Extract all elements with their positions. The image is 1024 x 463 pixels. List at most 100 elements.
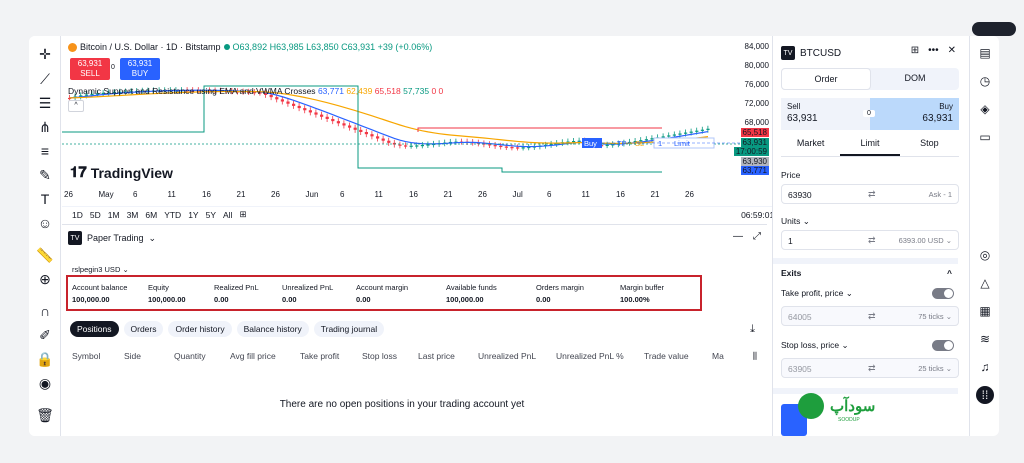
order-sl-label[interactable]: SL — [635, 139, 644, 148]
tab-positions[interactable]: Positions — [70, 321, 119, 337]
swap-icon[interactable]: ⇄ — [868, 235, 876, 246]
price-axis[interactable]: 84,000 80,000 76,000 72,000 68,000 65,518 63,9… — [728, 36, 773, 196]
apps-grid-icon[interactable]: ⁞⁞ — [976, 386, 994, 404]
calendar-icon[interactable]: ▦ — [976, 302, 994, 320]
tab-stop[interactable]: Stop — [900, 138, 959, 156]
target-icon[interactable]: ◎ — [976, 246, 994, 264]
tab-order[interactable]: Order — [781, 68, 871, 90]
time-tick: 16 — [616, 190, 625, 199]
trash-icon[interactable]: 🗑 — [35, 405, 55, 425]
range-5d[interactable]: 5D — [90, 210, 101, 220]
chart-sell-button[interactable]: 63,931 SELL — [70, 58, 110, 80]
minimize-icon[interactable]: — — [733, 231, 743, 242]
alerts-clock-icon[interactable]: ◷ — [976, 72, 994, 90]
chat-icon[interactable]: ▭ — [976, 128, 994, 146]
layers-icon[interactable]: ◈ — [976, 100, 994, 118]
tab-order-history[interactable]: Order history — [168, 321, 232, 337]
tp-toggle[interactable] — [932, 288, 954, 299]
magnet-icon[interactable]: ∩ — [35, 301, 55, 321]
collapse-legend-button[interactable]: ^ — [68, 100, 84, 112]
candle — [415, 145, 419, 147]
range-1d[interactable]: 1D — [72, 210, 83, 220]
goto-date-icon[interactable]: ⊞ — [239, 209, 246, 220]
exits-header[interactable]: Exits ^ — [781, 268, 956, 278]
take-profit-row: Take profit, price ⌄ — [781, 288, 956, 299]
more-icon[interactable]: ••• — [928, 45, 939, 56]
range-1y[interactable]: 1Y — [188, 210, 198, 220]
column-header[interactable]: Unrealized PnL — [478, 351, 536, 361]
broker-selector[interactable]: TV Paper Trading ⌄ — [68, 231, 156, 245]
watchlist-icon[interactable]: ▤ — [976, 44, 994, 62]
range-5y[interactable]: 5Y — [206, 210, 216, 220]
emoji-icon[interactable]: ☺ — [35, 213, 55, 233]
tab-balance-history[interactable]: Balance history — [236, 321, 309, 337]
tab-trading-journal[interactable]: Trading journal — [313, 321, 385, 337]
symbol-title[interactable]: Bitcoin / U.S. Dollar · 1D · Bitstamp — [80, 42, 221, 52]
column-header[interactable]: Take profit — [300, 351, 339, 361]
column-header[interactable]: Stop loss — [362, 351, 397, 361]
order-buy-label[interactable]: Buy — [584, 139, 597, 148]
tab-orders[interactable]: Orders — [123, 321, 164, 337]
tab-dom[interactable]: DOM — [871, 68, 959, 90]
column-header[interactable]: Side — [124, 351, 141, 361]
column-header[interactable]: Avg fill price — [230, 351, 276, 361]
maximize-icon[interactable]: ⤢ — [753, 231, 761, 242]
swap-icon[interactable]: ⇄ — [868, 189, 876, 200]
time-tick: 6 — [547, 190, 552, 199]
units-label[interactable]: Units ⌄ — [781, 216, 810, 227]
range-3m[interactable]: 3M — [127, 210, 139, 220]
sell-price: 63,931 — [77, 59, 103, 68]
notifications-icon[interactable]: ♫ — [976, 358, 994, 376]
brush-icon[interactable]: ✎ — [35, 165, 55, 185]
close-icon[interactable]: ✕ — [948, 45, 956, 56]
pitchfork-icon[interactable]: ⋔ — [35, 117, 55, 137]
horizontal-lines-icon[interactable]: ☰ — [35, 93, 55, 113]
sl-toggle[interactable] — [932, 340, 954, 351]
fib-icon[interactable]: ≡ — [35, 141, 55, 161]
chart-buy-button[interactable]: 63,931 BUY — [120, 58, 160, 80]
range-6m[interactable]: 6M — [145, 210, 157, 220]
range-1m[interactable]: 1M — [108, 210, 120, 220]
trendline-icon[interactable]: ⟋ — [35, 69, 55, 89]
stream-icon[interactable]: ≋ — [976, 330, 994, 348]
pencil-lock-icon[interactable]: ✐ — [35, 325, 55, 345]
eye-icon[interactable]: ◉ — [35, 373, 55, 393]
download-icon[interactable]: ⤓ — [750, 323, 755, 336]
order-type[interactable]: Limit — [674, 139, 691, 148]
text-icon[interactable]: T — [35, 189, 55, 209]
units-input[interactable]: 1 ⇄ 6393.00 USD ⌄ — [781, 230, 959, 250]
order-qty[interactable]: 1 — [658, 139, 662, 148]
crosshair-icon[interactable]: ✛ — [35, 44, 55, 64]
tp-label[interactable]: Take profit, price — [781, 288, 843, 298]
tab-market[interactable]: Market — [781, 138, 840, 156]
swap-icon[interactable]: ⇄ — [868, 311, 876, 322]
sell-side-button[interactable]: Sell 63,931 — [781, 98, 870, 130]
price-input[interactable]: 63930 ⇄ Ask - 1 — [781, 184, 959, 204]
account-selector[interactable]: rslpegin3 USD ⌄ — [72, 265, 129, 274]
time-axis[interactable]: 26 May 6 11 16 21 26 Jun 6 11 16 21 26 Jul 6 11 16 21 26 — [62, 190, 722, 204]
column-header[interactable]: Quantity — [174, 351, 206, 361]
columns-settings-icon[interactable]: ⫼ — [753, 351, 757, 362]
range-ytd[interactable]: YTD — [164, 210, 181, 220]
column-header[interactable]: Symbol — [72, 351, 100, 361]
range-all[interactable]: All — [223, 210, 232, 220]
order-symbol[interactable]: BTCUSD — [800, 48, 841, 59]
column-header[interactable]: Ma — [712, 351, 724, 361]
buy-side-button[interactable]: Buy 63,931 — [870, 98, 959, 130]
tab-limit[interactable]: Limit — [840, 138, 900, 156]
sl-label[interactable]: Stop loss, price — [781, 340, 839, 350]
ideas-icon[interactable]: △ — [976, 274, 994, 292]
indicator-legend[interactable]: Dynamic Support and Resistance using EMA… — [68, 86, 443, 96]
column-header[interactable]: Last price — [418, 351, 455, 361]
ruler-icon[interactable]: 📏 — [35, 245, 55, 265]
tp-input[interactable]: 64005 ⇄ 75 ticks ⌄ — [781, 306, 959, 326]
column-header[interactable]: Trade value — [644, 351, 689, 361]
zoom-icon[interactable]: ⊕ — [35, 269, 55, 289]
swap-icon[interactable]: ⇄ — [868, 363, 876, 374]
order-tp-label[interactable]: TP — [617, 139, 627, 148]
layout-icon[interactable]: ⊞ — [911, 45, 919, 56]
price-chart[interactable]: Buy TP SL 1 Limit Bitcoin / U.S. Dollar · 1D… — [62, 36, 762, 221]
lock-icon[interactable]: 🔒 — [35, 349, 55, 369]
sl-input[interactable]: 63905 ⇄ 25 ticks ⌄ — [781, 358, 959, 378]
column-header[interactable]: Unrealized PnL % — [556, 351, 624, 361]
